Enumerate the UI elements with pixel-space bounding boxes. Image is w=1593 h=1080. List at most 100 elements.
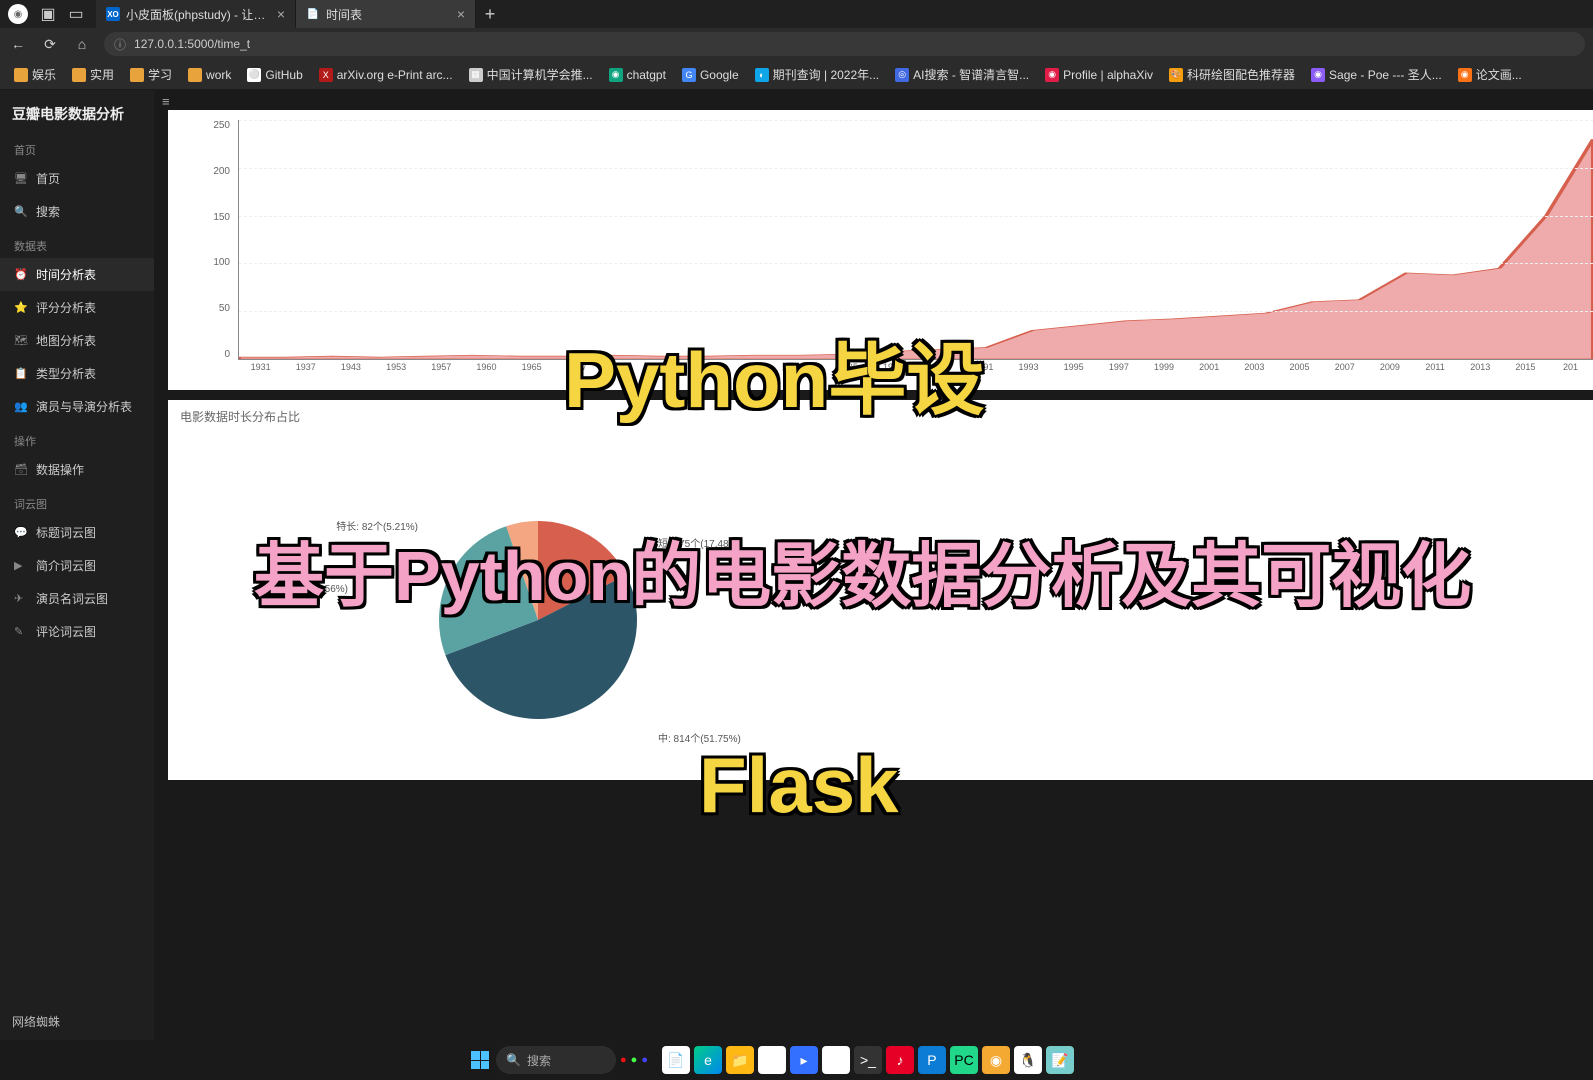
back-button[interactable]: ← — [8, 36, 28, 52]
sidebar-item[interactable]: ✈演员名词云图 — [0, 582, 154, 615]
tab-strip: XO 小皮面板(phpstudy) - 让天下没有... × 📄 时间表 × + — [96, 0, 1585, 28]
sidebar-item[interactable]: ✎评论词云图 — [0, 615, 154, 648]
sidebar-item[interactable]: ⭐评分分析表 — [0, 291, 154, 324]
sidebar-footer[interactable]: 网络蜘蛛 — [0, 1003, 154, 1040]
sidebar-item[interactable]: 🖥首页 — [0, 162, 154, 195]
tab-phpstudy[interactable]: XO 小皮面板(phpstudy) - 让天下没有... × — [96, 0, 296, 28]
taskbar-widget[interactable]: ●●● — [620, 1054, 648, 1066]
app-container: 豆瓣电影数据分析 首页 🖥首页🔍搜索 数据表 ⏰时间分析表⭐评分分析表🗺地图分析… — [0, 90, 1593, 1040]
browser-app-icon[interactable]: ◉ — [8, 4, 28, 24]
bookmark-label: 中国计算机学会推... — [487, 66, 593, 83]
line-chart-panel: 250200150100500 193119371943195319571960… — [168, 110, 1593, 390]
home-button[interactable]: ⌂ — [72, 36, 92, 52]
url-text: 127.0.0.1:5000/time_t — [134, 37, 250, 51]
bookmarks-bar: 娱乐 实用 学习 work⚪GitHubXarXiv.org e-Print arc.… — [0, 60, 1593, 90]
sidebar-item[interactable]: ▶简介词云图 — [0, 549, 154, 582]
bookmark-item[interactable]: XarXiv.org e-Print arc... — [313, 65, 459, 85]
site-icon: ◉ — [1311, 68, 1325, 82]
x-tick: 201 — [1548, 362, 1593, 380]
bookmark-item[interactable]: ◎AI搜索 - 智谱清言智... — [889, 63, 1035, 86]
y-axis: 250200150100500 — [188, 120, 236, 360]
x-tick: 1931 — [238, 362, 283, 380]
bookmark-item[interactable]: ⚪GitHub — [241, 65, 308, 85]
bookmark-item[interactable]: ▦中国计算机学会推... — [463, 63, 599, 86]
y-tick: 250 — [188, 120, 236, 131]
close-icon[interactable]: × — [457, 6, 465, 22]
taskbar-app-edge[interactable]: e — [694, 1046, 722, 1074]
folder-icon — [72, 68, 86, 82]
refresh-button[interactable]: ⟳ — [40, 36, 60, 53]
section-tables-label: 数据表 — [0, 228, 154, 258]
x-tick: 2005 — [1277, 362, 1322, 380]
taskbar-app-browser2[interactable]: ◉ — [982, 1046, 1010, 1074]
close-icon[interactable]: × — [277, 6, 285, 22]
sidebar-item[interactable]: 💬标题词云图 — [0, 516, 154, 549]
taskbar-app-terminal[interactable]: >_ — [854, 1046, 882, 1074]
tab-actions-icon[interactable]: ▭ — [68, 6, 84, 22]
sidebar-item[interactable]: ⏰时间分析表 — [0, 258, 154, 291]
search-icon: 🔍 — [506, 1053, 521, 1067]
bookmark-label: 期刊查询 | 2022年... — [773, 66, 879, 83]
favicon-page-icon: 📄 — [306, 7, 320, 21]
pie-label: 中: 814个(51.75%) — [658, 730, 741, 745]
taskbar-app-files[interactable]: 📁 — [726, 1046, 754, 1074]
taskbar-app-store[interactable]: 🛍 — [758, 1046, 786, 1074]
pie-chart-panel: 电影数据时长分布占比 特长: 82个(5.21%)短: 275个(17.48%)… — [168, 400, 1593, 780]
taskbar-app-explorer[interactable]: 📄 — [662, 1046, 690, 1074]
sidebar-item[interactable]: 👥演员与导演分析表 — [0, 390, 154, 423]
pie-chart[interactable] — [428, 510, 648, 730]
sidebar-item[interactable]: 🗃数据操作 — [0, 453, 154, 486]
bookmark-item[interactable]: 娱乐 — [8, 63, 62, 86]
bookmark-item[interactable]: 🎨科研绘图配色推荐器 — [1163, 63, 1301, 86]
bookmark-label: chatgpt — [627, 68, 666, 82]
taskbar-app-pycharm[interactable]: PC — [950, 1046, 978, 1074]
site-icon: ◉ — [1045, 68, 1059, 82]
bookmark-label: 学习 — [148, 66, 172, 83]
x-tick: 1989 — [916, 362, 961, 380]
x-tick: 1972 — [599, 362, 644, 380]
start-button[interactable] — [468, 1048, 492, 1072]
taskbar-app-feishu[interactable]: ▸ — [790, 1046, 818, 1074]
taskbar-search[interactable]: 🔍 搜索 — [496, 1046, 616, 1074]
bookmark-label: Sage - Poe --- 圣人... — [1329, 66, 1442, 83]
x-tick: 1991 — [961, 362, 1006, 380]
taskbar-app-music[interactable]: ♪ — [886, 1046, 914, 1074]
new-tab-button[interactable]: + — [476, 4, 504, 25]
menu-label: 时间分析表 — [36, 266, 96, 283]
windows-logo-icon — [471, 1051, 489, 1069]
line-chart[interactable]: 250200150100500 193119371943195319571960… — [188, 120, 1593, 380]
taskbar-app-qq[interactable]: 🐧 — [1014, 1046, 1042, 1074]
taskbar-app-p[interactable]: P — [918, 1046, 946, 1074]
sidebar-item[interactable]: 📋类型分析表 — [0, 357, 154, 390]
taskbar-app-notes[interactable]: 📝 — [1046, 1046, 1074, 1074]
bookmark-item[interactable]: ◉论文画... — [1452, 63, 1528, 86]
bookmark-item[interactable]: 学习 — [124, 63, 178, 86]
tab-timetable[interactable]: 📄 时间表 × — [296, 0, 476, 28]
bookmark-item[interactable]: work — [182, 65, 237, 85]
section-ops-label: 操作 — [0, 423, 154, 453]
bookmark-label: 实用 — [90, 66, 114, 83]
hamburger-icon[interactable]: ≡ — [162, 94, 170, 109]
bookmark-item[interactable]: 实用 — [66, 63, 120, 86]
folder-icon — [14, 68, 28, 82]
bookmark-item[interactable]: ◉Profile | alphaXiv — [1039, 65, 1159, 85]
sidebar-item[interactable]: 🗺地图分析表 — [0, 324, 154, 357]
x-tick: 1975 — [645, 362, 690, 380]
bookmark-item[interactable]: ◉chatgpt — [603, 65, 672, 85]
bookmark-label: AI搜索 - 智谱清言智... — [913, 66, 1029, 83]
taskbar-app-settings[interactable]: ⚙ — [822, 1046, 850, 1074]
x-tick: 2015 — [1503, 362, 1548, 380]
x-tick: 1965 — [509, 362, 554, 380]
menu-icon: 🗃 — [14, 463, 28, 476]
site-info-icon[interactable]: ⓘ — [114, 36, 126, 53]
url-input[interactable]: ⓘ 127.0.0.1:5000/time_t — [104, 32, 1585, 56]
x-tick: 1997 — [1096, 362, 1141, 380]
bookmark-item[interactable]: GGoogle — [676, 65, 745, 85]
workspaces-icon[interactable]: ▣ — [40, 6, 56, 22]
y-tick: 50 — [188, 303, 236, 314]
menu-label: 搜索 — [36, 203, 60, 220]
bookmark-item[interactable]: ◉ Sage - Poe --- 圣人... — [1305, 63, 1448, 86]
site-icon: X — [319, 68, 333, 82]
sidebar-item[interactable]: 🔍搜索 — [0, 195, 154, 228]
bookmark-item[interactable]: ◐期刊查询 | 2022年... — [749, 63, 885, 86]
